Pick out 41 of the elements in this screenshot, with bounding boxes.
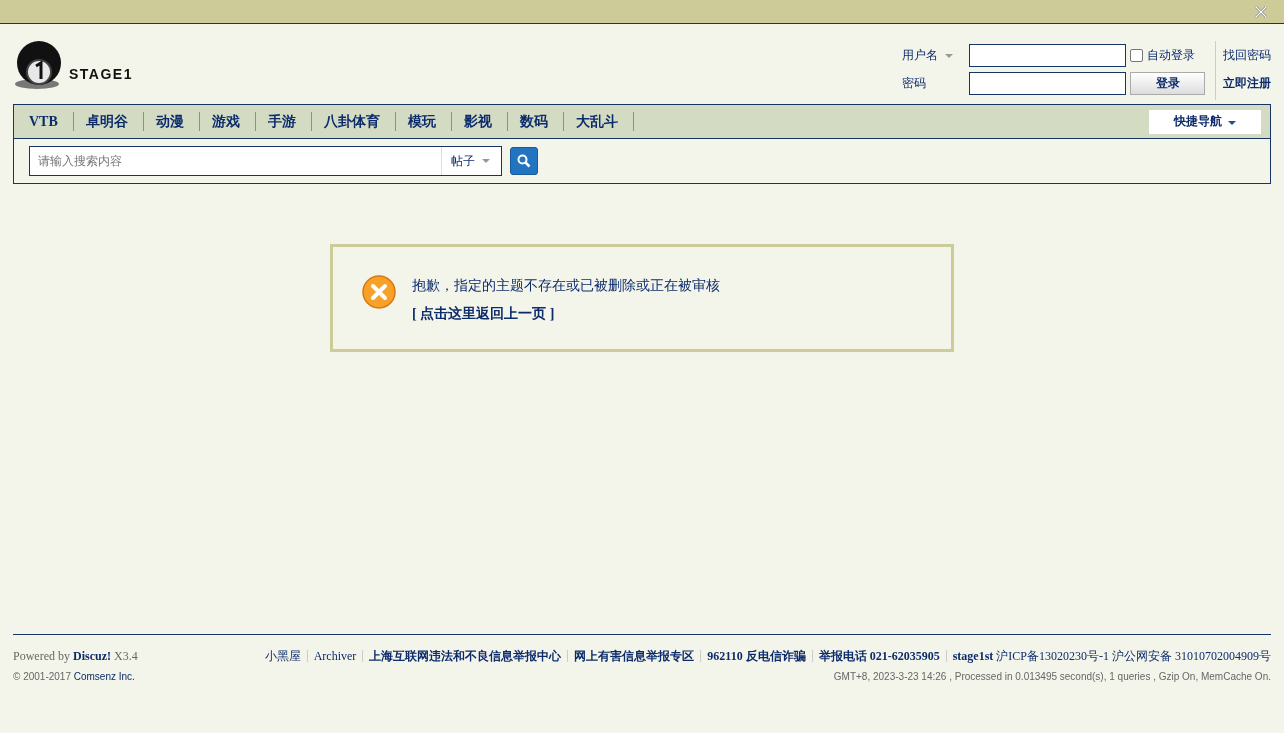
nav-tab[interactable]: VTB: [17, 112, 74, 131]
error-message: 抱歉，指定的主题不存在或已被删除或正在被审核: [412, 277, 720, 295]
search-icon: [517, 154, 531, 168]
username-field[interactable]: [969, 44, 1126, 67]
version-text: X3.4: [114, 648, 138, 663]
footer-link[interactable]: Archiver: [313, 648, 357, 664]
login-button[interactable]: 登录: [1130, 72, 1205, 95]
nav-tab[interactable]: 动漫: [143, 112, 200, 131]
nav-tab[interactable]: 模玩: [395, 112, 452, 131]
site-logo-text: STAGE1: [69, 66, 133, 82]
error-icon: [362, 275, 396, 309]
footer-link[interactable]: 上海互联网违法和不良信息举报中心: [369, 647, 562, 665]
copyright-text: © 2001-2017: [13, 670, 71, 682]
discuz-link[interactable]: Discuz!: [73, 648, 111, 663]
account-link[interactable]: 立即注册: [1223, 72, 1271, 95]
quick-nav-button[interactable]: 快捷导航: [1149, 109, 1261, 134]
auto-login-checkbox[interactable]: [1130, 49, 1143, 62]
footer-link[interactable]: 网上有害信息举报专区: [574, 647, 695, 665]
nav-tab[interactable]: 大乱斗: [563, 112, 634, 131]
account-link[interactable]: 找回密码: [1223, 44, 1271, 67]
search-field[interactable]: 请输入搜索内容 帖子: [29, 146, 502, 176]
auto-login-label[interactable]: 自动登录: [1147, 47, 1195, 64]
password-label: 密码: [902, 75, 927, 92]
footer-link[interactable]: 小黑屋: [264, 647, 301, 665]
nav-tab[interactable]: 手游: [255, 112, 312, 131]
search-button[interactable]: [510, 147, 538, 175]
nav-tab[interactable]: 数码: [507, 112, 564, 131]
nav-tab[interactable]: 八卦体育: [311, 112, 396, 131]
company-link[interactable]: Comsenz Inc.: [73, 670, 135, 682]
search-type-dropdown[interactable]: 帖子: [441, 147, 501, 175]
nav-tab[interactable]: 游戏: [199, 112, 256, 131]
back-link[interactable]: [ 点击这里返回上一页 ]: [412, 305, 555, 323]
powered-by-text: Powered by: [13, 648, 70, 663]
nav-tab[interactable]: 影视: [451, 112, 508, 131]
footer-link[interactable]: 962110 反电信诈骗: [707, 647, 806, 665]
nav-tab[interactable]: 卓明谷: [73, 112, 144, 131]
username-label[interactable]: 用户名: [902, 44, 969, 67]
footer-link[interactable]: stage1st 沪ICP备13020230号-1 沪公网安备 31010702004909号: [952, 647, 1271, 665]
footer-link[interactable]: 举报电话 021-62035905: [818, 647, 940, 665]
password-field[interactable]: [969, 72, 1126, 95]
processing-stats: GMT+8, 2023-3-23 14:26 , Processed in 0.013495 second(s), 1 queries , Gzip On, MemCache On.: [833, 670, 1271, 682]
